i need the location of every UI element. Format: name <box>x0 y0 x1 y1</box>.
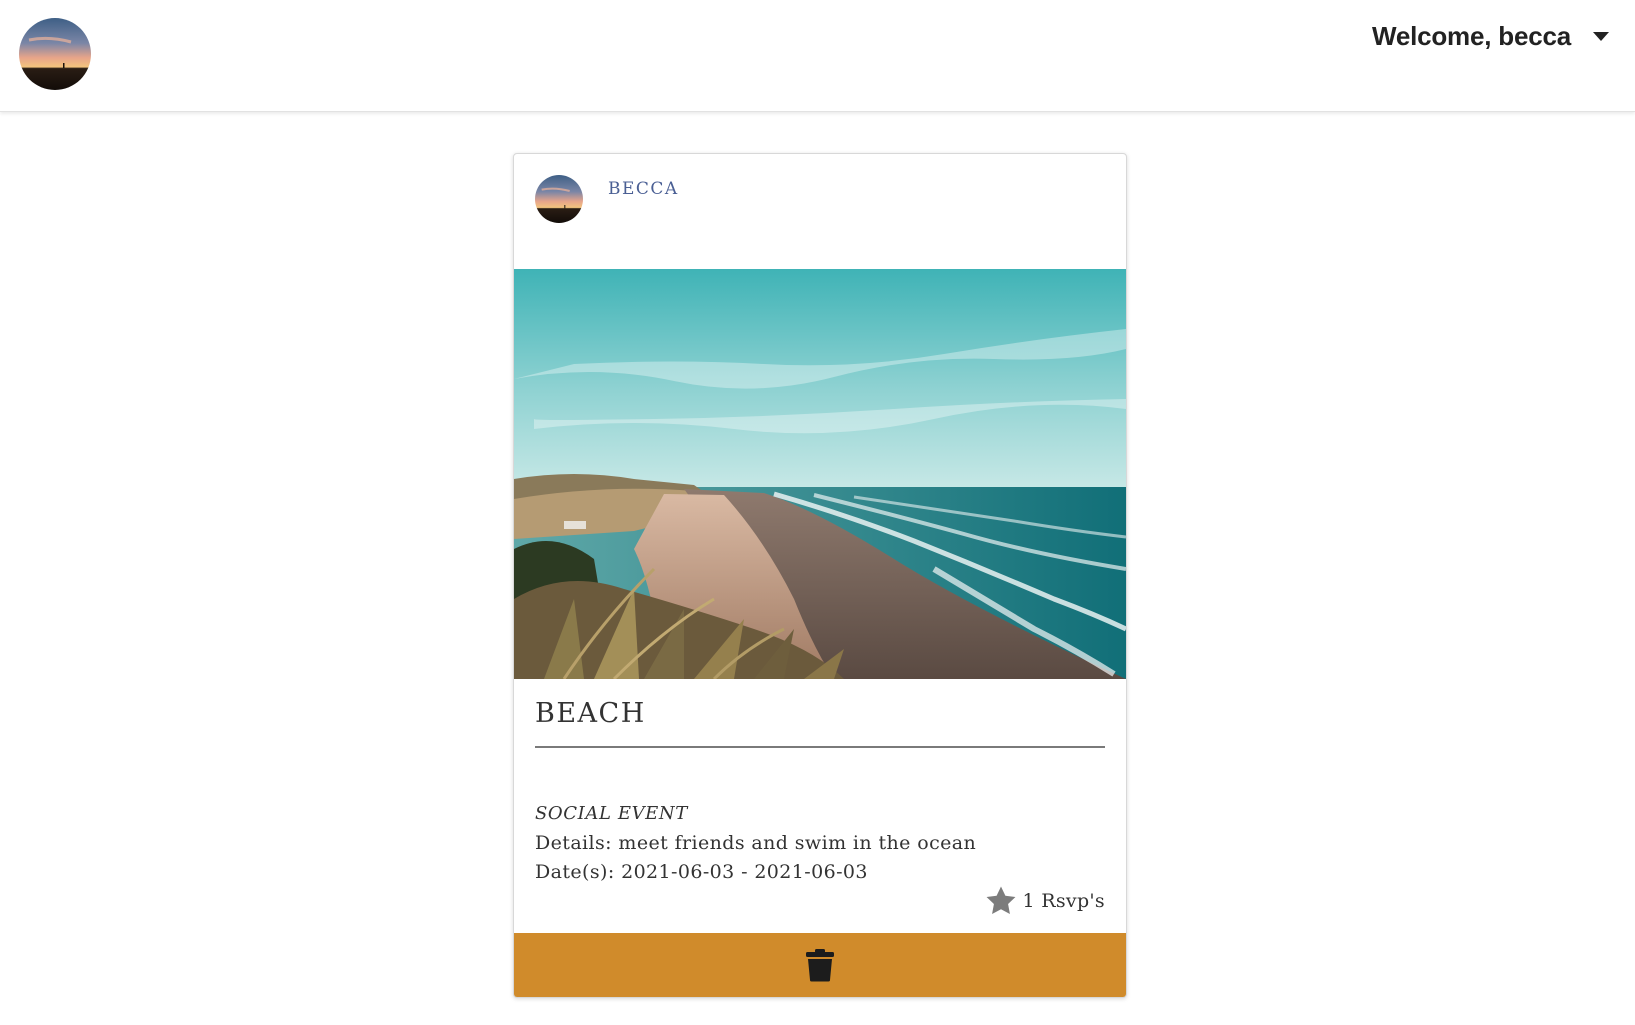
rsvp-count: 1 Rsvp's <box>1022 890 1105 912</box>
caret-down-icon <box>1593 31 1609 41</box>
star-icon <box>986 886 1015 915</box>
top-navbar: Welcome, becca <box>0 0 1635 112</box>
event-card: BECCA BEACH SOCIAL EVENT Details: meet f… <box>513 153 1127 998</box>
beach-photo-image <box>514 269 1126 679</box>
title-divider <box>535 746 1105 748</box>
details-value: meet friends and swim in the ocean <box>618 832 977 854</box>
event-photo <box>514 269 1126 679</box>
author-avatar <box>535 175 583 223</box>
event-details: BEACH SOCIAL EVENT Details: meet friends… <box>535 679 1105 915</box>
card-author-link[interactable]: BECCA <box>535 175 679 223</box>
event-details-line: Details: meet friends and swim in the oc… <box>535 832 1105 861</box>
author-name: BECCA <box>608 179 679 199</box>
dates-value: 2021-06-03 - 2021-06-03 <box>621 861 868 883</box>
details-label: Details: <box>535 832 612 854</box>
delete-event-button[interactable] <box>514 933 1126 997</box>
profile-avatar-icon <box>19 18 91 90</box>
user-menu-toggle[interactable]: Welcome, becca <box>1372 16 1609 56</box>
profile-avatar-icon <box>535 175 583 223</box>
rsvp-button[interactable]: 1 Rsvp's <box>983 884 1105 918</box>
welcome-label: Welcome, becca <box>1371 20 1571 51</box>
dates-label: Date(s): <box>535 861 615 883</box>
trash-icon <box>806 949 834 982</box>
home-avatar-logo[interactable] <box>19 18 91 90</box>
event-title: BEACH <box>535 698 646 729</box>
event-type: SOCIAL EVENT <box>535 803 688 824</box>
